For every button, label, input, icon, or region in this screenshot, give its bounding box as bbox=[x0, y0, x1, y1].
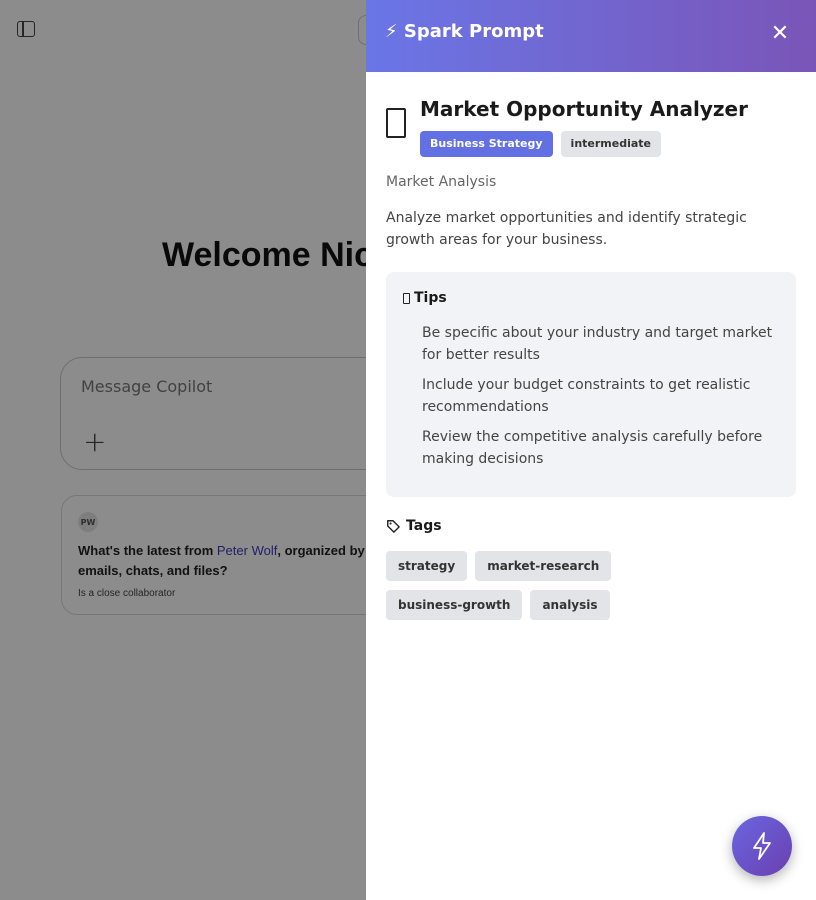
tag-chip[interactable]: market-research bbox=[475, 551, 612, 581]
tip-item: Review the competitive analysis carefull… bbox=[422, 429, 763, 467]
tag-icon bbox=[387, 520, 400, 533]
category-badge: Business Strategy bbox=[420, 131, 553, 157]
prompt-subcategory: Market Analysis bbox=[386, 174, 497, 190]
prompt-description: Analyze market opportunities and identif… bbox=[386, 210, 747, 248]
prompt-badges: Business Strategy intermediate bbox=[420, 131, 662, 157]
tags-heading: Tags bbox=[386, 518, 442, 534]
spark-fab-button[interactable] bbox=[732, 816, 792, 876]
panel-header: ⚡ Spark Prompt ✕ bbox=[366, 0, 816, 72]
tips-list: Be specific about your industry and targ… bbox=[422, 322, 782, 478]
document-icon bbox=[386, 108, 406, 138]
tag-chip[interactable]: strategy bbox=[386, 551, 468, 581]
prompt-header: Market Opportunity Analyzer Business Str… bbox=[386, 96, 796, 160]
lightbulb-icon bbox=[403, 292, 410, 304]
panel-title: ⚡ Spark Prompt bbox=[385, 21, 544, 42]
lightning-icon bbox=[753, 832, 771, 860]
tag-chip[interactable]: business-growth bbox=[386, 590, 523, 620]
close-button[interactable]: ✕ bbox=[768, 22, 792, 46]
prompt-title: Market Opportunity Analyzer bbox=[420, 97, 748, 121]
tips-section: Tips Be specific about your industry and… bbox=[386, 272, 796, 497]
tip-item: Include your budget constraints to get r… bbox=[422, 377, 751, 415]
tag-chip[interactable]: analysis bbox=[530, 590, 610, 620]
tags-list: strategy market-research business-growth… bbox=[386, 551, 746, 620]
level-badge: intermediate bbox=[560, 131, 662, 157]
tips-heading: Tips bbox=[403, 290, 447, 306]
tip-item: Be specific about your industry and targ… bbox=[422, 325, 773, 363]
spark-prompt-panel: ⚡ Spark Prompt ✕ Market Opportunity Anal… bbox=[366, 0, 816, 900]
